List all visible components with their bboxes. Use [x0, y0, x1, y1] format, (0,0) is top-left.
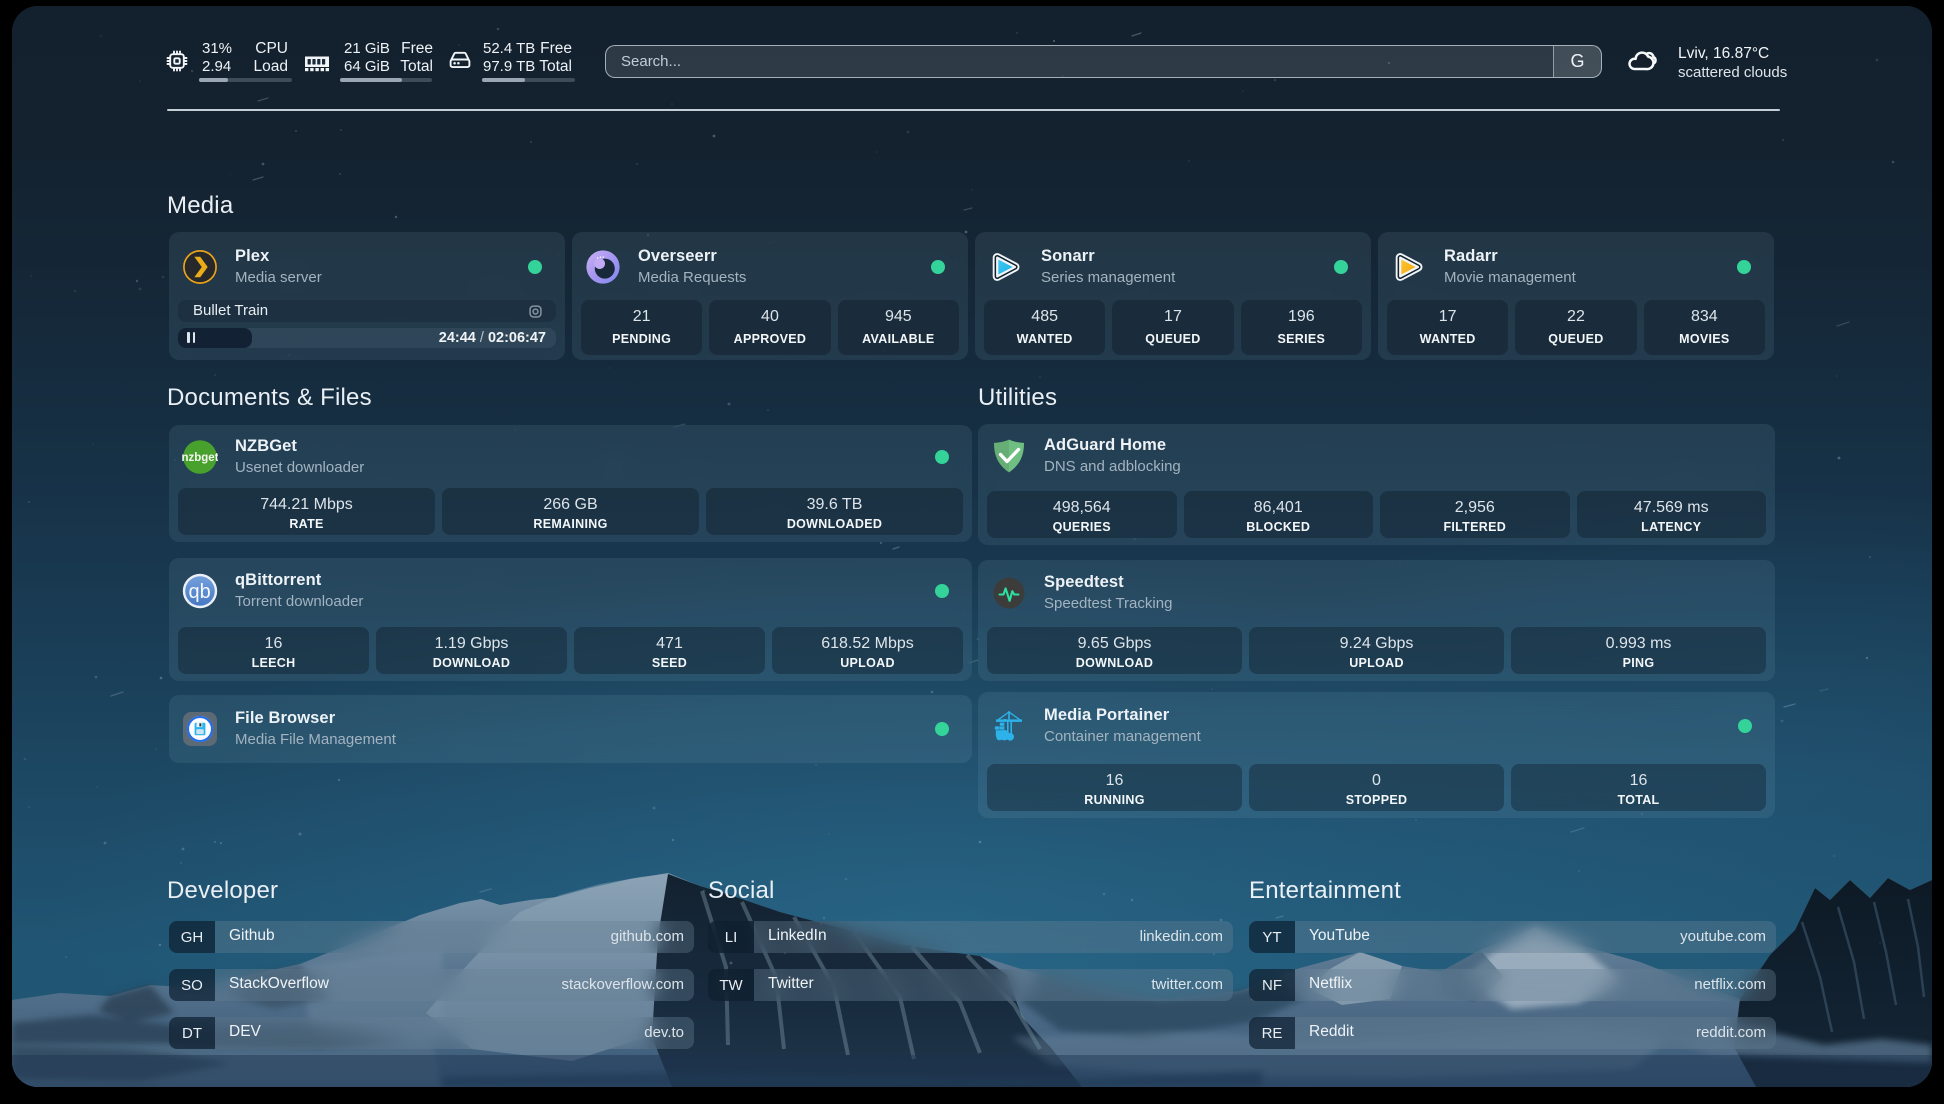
svg-text:qb: qb — [188, 581, 210, 603]
svg-text:nzbget: nzbget — [182, 452, 218, 464]
